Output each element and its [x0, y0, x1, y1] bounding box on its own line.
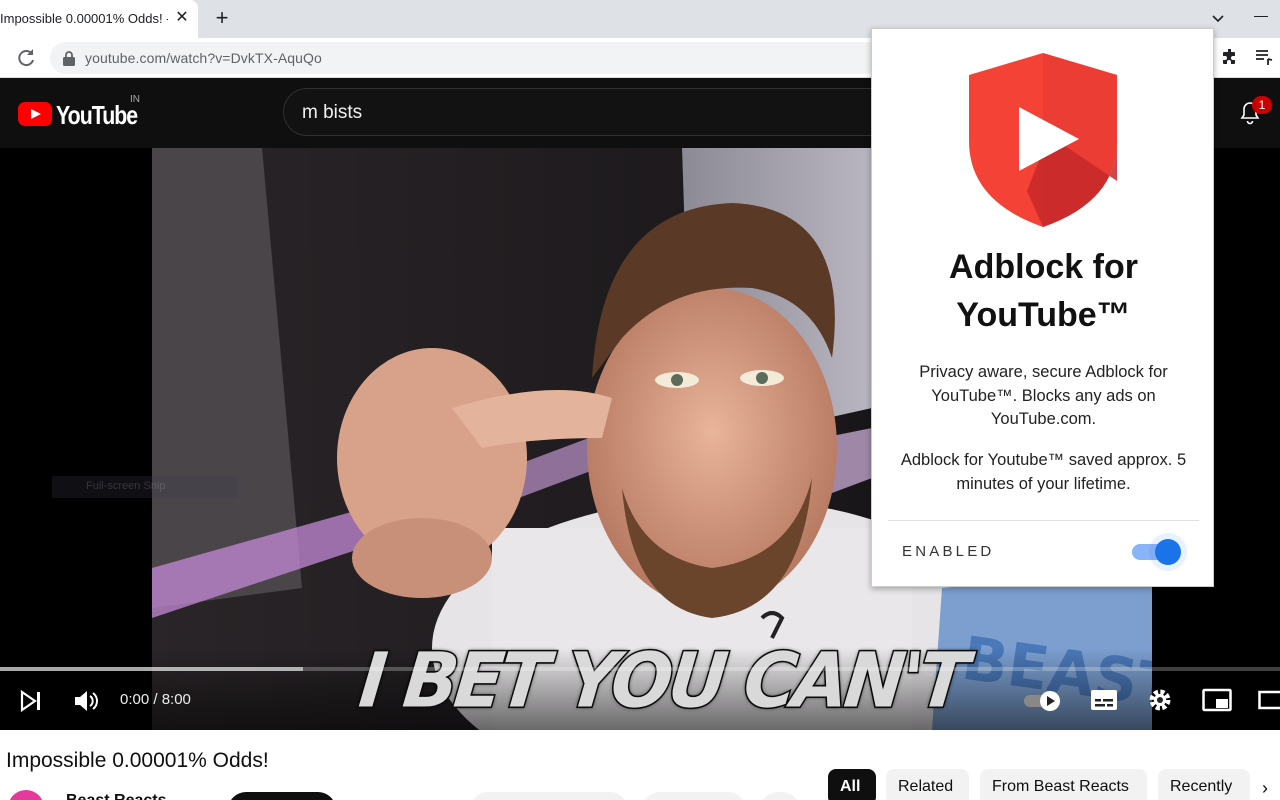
tab-search-icon[interactable] — [1206, 6, 1230, 30]
tab-title: Impossible 0.00001% Odds! - — [0, 11, 168, 26]
avatar[interactable] — [8, 790, 44, 800]
video-caption: I BET YOU CAN'T — [354, 634, 971, 725]
popup-time-saved: Adblock for Youtube™ saved approx. 5 min… — [900, 451, 1187, 493]
share-button[interactable] — [642, 792, 746, 800]
youtube-search-input[interactable]: m bists — [283, 88, 903, 136]
search-query: m bists — [302, 102, 363, 123]
youtube-play-icon — [18, 102, 52, 126]
screen: Impossible 0.00001% Odds! - ✕ + youtube.… — [0, 0, 1280, 800]
address-bar[interactable]: youtube.com/watch?v=DvkTX-AquQo — [50, 42, 950, 74]
notification-badge: 1 — [1252, 96, 1272, 114]
more-actions-button[interactable] — [760, 792, 800, 800]
subscribe-button[interactable] — [228, 792, 336, 800]
browser-tab[interactable]: Impossible 0.00001% Odds! - ✕ — [0, 0, 198, 38]
popup-title: Adblock for YouTube™ — [949, 248, 1138, 334]
toggle-knob — [1155, 539, 1181, 565]
snip-overlay: Full-screen Snip — [52, 476, 237, 498]
chip-all[interactable]: All — [828, 769, 876, 800]
new-tab-button[interactable]: + — [210, 7, 234, 31]
reading-list-icon[interactable] — [1254, 47, 1274, 67]
miniplayer-icon[interactable] — [1202, 688, 1232, 712]
shield-play-icon — [969, 53, 1117, 227]
popup-description: Privacy aware, secure Adblock for YouTub… — [919, 363, 1168, 428]
youtube-logo[interactable]: YouTube IN — [18, 94, 158, 130]
divider — [888, 520, 1199, 521]
chip-related[interactable]: Related — [886, 769, 969, 800]
reload-icon[interactable] — [14, 46, 38, 70]
like-dislike-button[interactable] — [470, 792, 628, 800]
time-display: 0:00 / 8:00 — [120, 691, 191, 708]
autoplay-icon[interactable] — [1024, 690, 1064, 712]
chevron-right-icon[interactable]: › — [1262, 778, 1278, 798]
chip-recently[interactable]: Recently — [1158, 769, 1250, 800]
close-icon[interactable]: ✕ — [172, 8, 192, 28]
lock-icon[interactable] — [62, 50, 76, 66]
country-code: IN — [130, 94, 140, 105]
video-title: Impossible 0.00001% Odds! — [6, 749, 269, 772]
youtube-wordmark: YouTube — [56, 100, 138, 130]
enabled-label: ENABLED — [902, 543, 995, 560]
subtitles-icon[interactable] — [1090, 688, 1118, 712]
adblock-extension-popup: Adblock for YouTube™ Privacy aware, secur… — [871, 28, 1214, 587]
settings-icon[interactable] — [1147, 687, 1173, 713]
progress-buffered — [0, 667, 304, 671]
channel-name[interactable]: Beast Reacts — [66, 792, 167, 800]
url-text: youtube.com/watch?v=DvkTX-AquQo — [85, 50, 322, 66]
minimize-icon[interactable] — [1254, 16, 1268, 17]
next-icon[interactable] — [18, 688, 44, 714]
theater-icon[interactable] — [1258, 690, 1280, 710]
extensions-icon[interactable] — [1220, 47, 1240, 67]
chip-from-beast-reacts[interactable]: From Beast Reacts — [980, 769, 1147, 800]
enabled-toggle[interactable] — [1132, 539, 1184, 565]
volume-icon[interactable] — [72, 688, 100, 714]
progress-bar[interactable] — [0, 667, 1280, 671]
